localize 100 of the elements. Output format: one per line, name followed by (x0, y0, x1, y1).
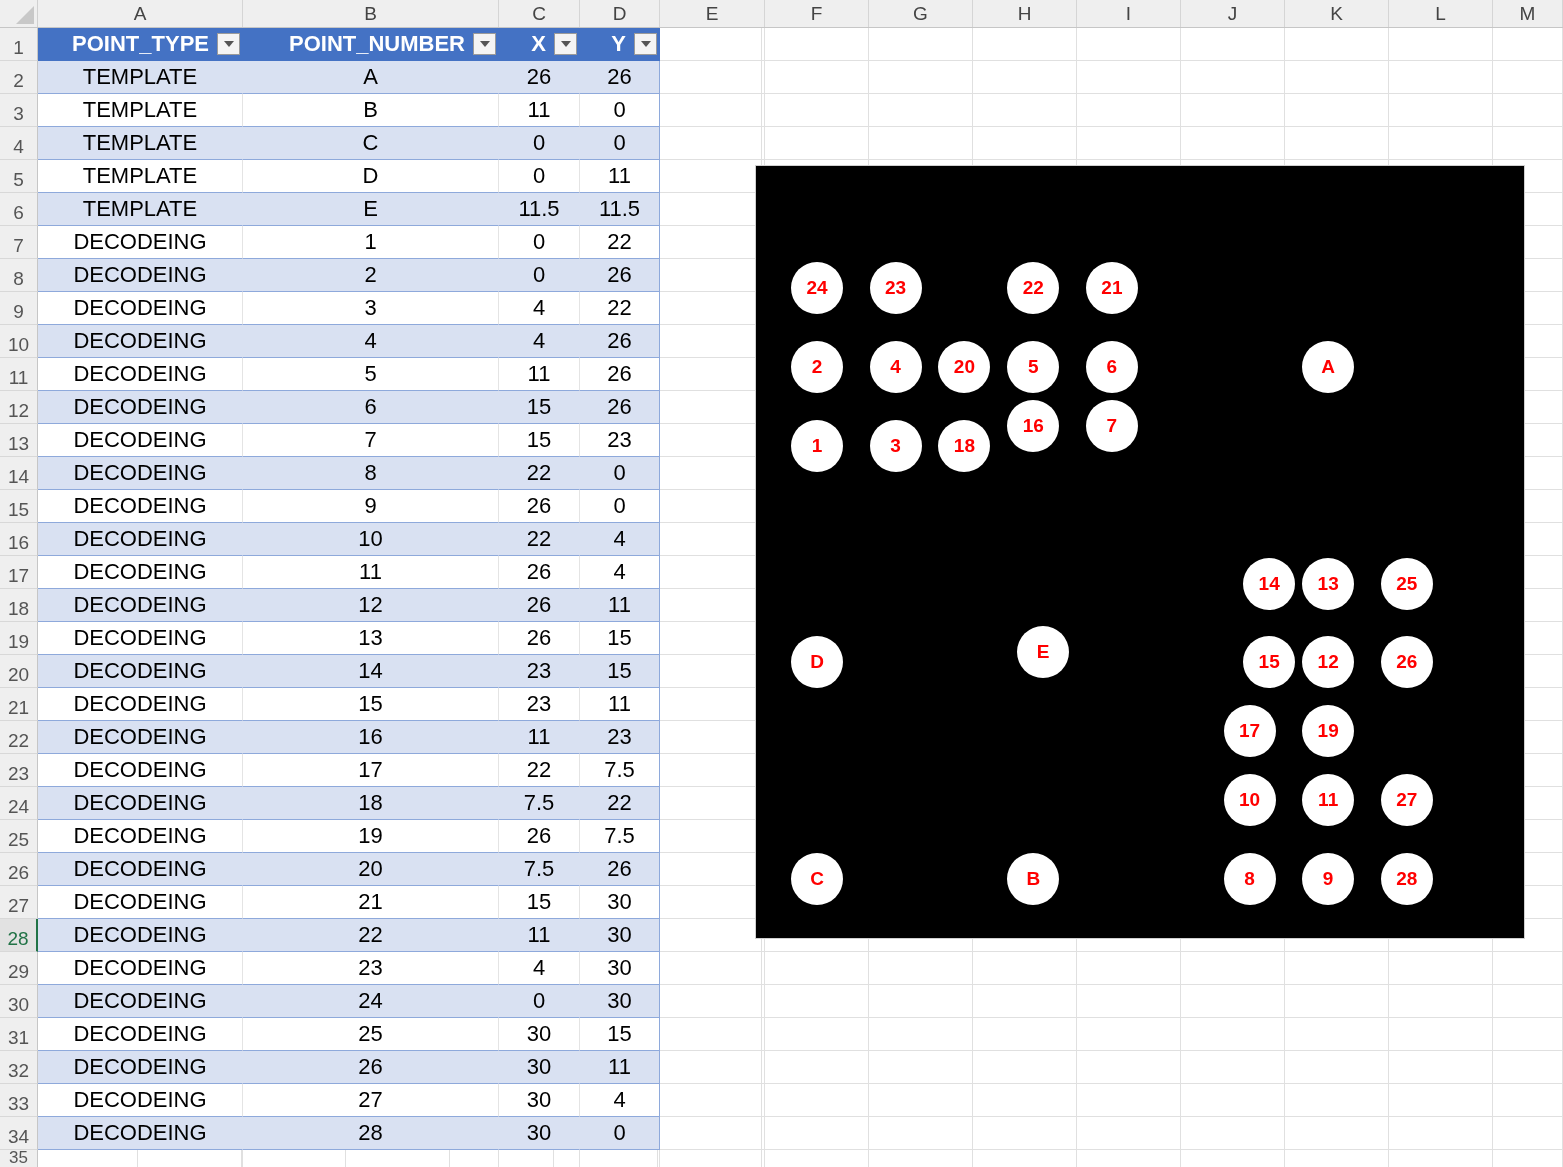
table-cell: 17 (358, 757, 383, 783)
table-cell: 4 (613, 1087, 626, 1113)
point-marker: 2 (791, 340, 843, 393)
table-cell: 4 (532, 328, 546, 354)
column-header[interactable]: A (38, 0, 243, 27)
caret-icon (479, 41, 490, 47)
table-cell: DECODEING (73, 757, 207, 783)
table-cell: 4 (532, 295, 546, 321)
column-header[interactable]: L (1389, 0, 1493, 27)
table-cell: D (362, 163, 379, 189)
column-header[interactable]: K (1285, 0, 1389, 27)
row-header[interactable]: 7 (0, 226, 38, 259)
row-header[interactable]: 22 (0, 721, 38, 754)
table-cell: 11.5 (518, 196, 560, 222)
table-cell: DECODEING (73, 262, 207, 288)
row-header[interactable]: 14 (0, 457, 38, 490)
point-marker: C (791, 853, 843, 905)
row-header[interactable]: 35 (0, 1150, 38, 1167)
column-header[interactable]: G (869, 0, 973, 27)
row-header[interactable]: 6 (0, 193, 38, 226)
point-marker: 24 (791, 262, 843, 314)
row-header[interactable]: 31 (0, 1018, 38, 1051)
table-cell: DECODEING (73, 988, 207, 1014)
row-header[interactable]: 26 (0, 853, 38, 886)
column-header[interactable]: I (1077, 0, 1181, 27)
table-cell: 3 (364, 295, 377, 321)
row-header[interactable]: 33 (0, 1084, 38, 1117)
table-cell: 0 (613, 1120, 626, 1146)
row-header[interactable]: 4 (0, 127, 38, 160)
row-header[interactable]: 13 (0, 424, 38, 457)
row-header[interactable]: 19 (0, 622, 38, 655)
filter-button[interactable] (634, 33, 657, 55)
table-cell: 27 (358, 1087, 383, 1113)
point-map-picture[interactable]: 24 23 22 21 2 4 20 5 6 A 1 3 18 16 7 14 13 25 D E 15 12 26 17 19 10 11 27 C B 8 9 28 (755, 165, 1525, 939)
table-cell: 11 (527, 922, 551, 948)
row-header[interactable]: 24 (0, 787, 38, 820)
table-cell: B (363, 97, 378, 123)
table-cell: 0 (613, 130, 626, 156)
row-header[interactable]: 27 (0, 886, 38, 919)
row-header[interactable]: 23 (0, 754, 38, 787)
row-header[interactable]: 30 (0, 985, 38, 1018)
table-cell: TEMPLATE (82, 97, 198, 123)
table-cell: 26 (607, 64, 632, 90)
table-cell: 15 (607, 625, 632, 651)
row-header[interactable]: 9 (0, 292, 38, 325)
table-cell: 13 (358, 625, 383, 651)
table-cell: 7.5 (523, 790, 555, 816)
column-header[interactable]: M (1493, 0, 1563, 27)
row-header[interactable]: 1 (0, 28, 38, 61)
row-header[interactable]: 2 (0, 61, 38, 94)
row-header[interactable]: 8 (0, 259, 38, 292)
table-cell: 11 (527, 724, 551, 750)
table-cell: A (363, 64, 378, 90)
row-header[interactable]: 29 (0, 952, 38, 985)
row-header[interactable]: 10 (0, 325, 38, 358)
column-header[interactable]: D (580, 0, 660, 27)
row-header[interactable]: 32 (0, 1051, 38, 1084)
row-header[interactable]: 20 (0, 655, 38, 688)
table-cell: 30 (607, 922, 632, 948)
table-cell: TEMPLATE (82, 196, 198, 222)
row-header[interactable]: 3 (0, 94, 38, 127)
row-header[interactable]: 11 (0, 358, 38, 391)
row-header[interactable]: 5 (0, 160, 38, 193)
column-header[interactable]: F (765, 0, 869, 27)
point-marker: 10 (1223, 774, 1276, 827)
filter-button[interactable] (217, 33, 240, 55)
column-header[interactable]: C (499, 0, 580, 27)
table-cell: 7.5 (523, 856, 555, 882)
table-cell: 15 (526, 427, 552, 453)
table-cell: 0 (613, 460, 626, 486)
point-marker: 19 (1302, 705, 1355, 758)
table-cell: 22 (607, 295, 632, 321)
row-header[interactable]: 16 (0, 523, 38, 556)
table-cell: 28 (358, 1120, 383, 1146)
row-header[interactable]: 12 (0, 391, 38, 424)
row-header[interactable]: 17 (0, 556, 38, 589)
point-marker: 23 (869, 262, 922, 314)
column-header[interactable]: H (973, 0, 1077, 27)
row-header[interactable]: 15 (0, 490, 38, 523)
row-header[interactable]: 25 (0, 820, 38, 853)
table-cell: DECODEING (73, 592, 207, 618)
row-header[interactable]: 34 (0, 1117, 38, 1150)
table-cell: 0 (613, 97, 626, 123)
row-header[interactable]: 28 (0, 919, 38, 952)
table-cell: 0 (532, 130, 546, 156)
table-cell: DECODEING (73, 493, 207, 519)
column-header[interactable]: J (1181, 0, 1285, 27)
point-marker: B (1007, 853, 1060, 905)
column-header[interactable]: B (243, 0, 499, 27)
table-cell: 4 (613, 559, 626, 585)
filter-button[interactable] (473, 33, 496, 55)
table-cell: 15 (607, 658, 632, 684)
table-cell: 7 (364, 427, 377, 453)
filter-button[interactable] (554, 33, 577, 55)
column-header[interactable]: E (660, 0, 765, 27)
row-header[interactable]: 18 (0, 589, 38, 622)
table-cell: DECODEING (73, 1087, 207, 1113)
point-marker: 27 (1380, 774, 1433, 827)
point-marker: 11 (1302, 774, 1355, 827)
row-header[interactable]: 21 (0, 688, 38, 721)
